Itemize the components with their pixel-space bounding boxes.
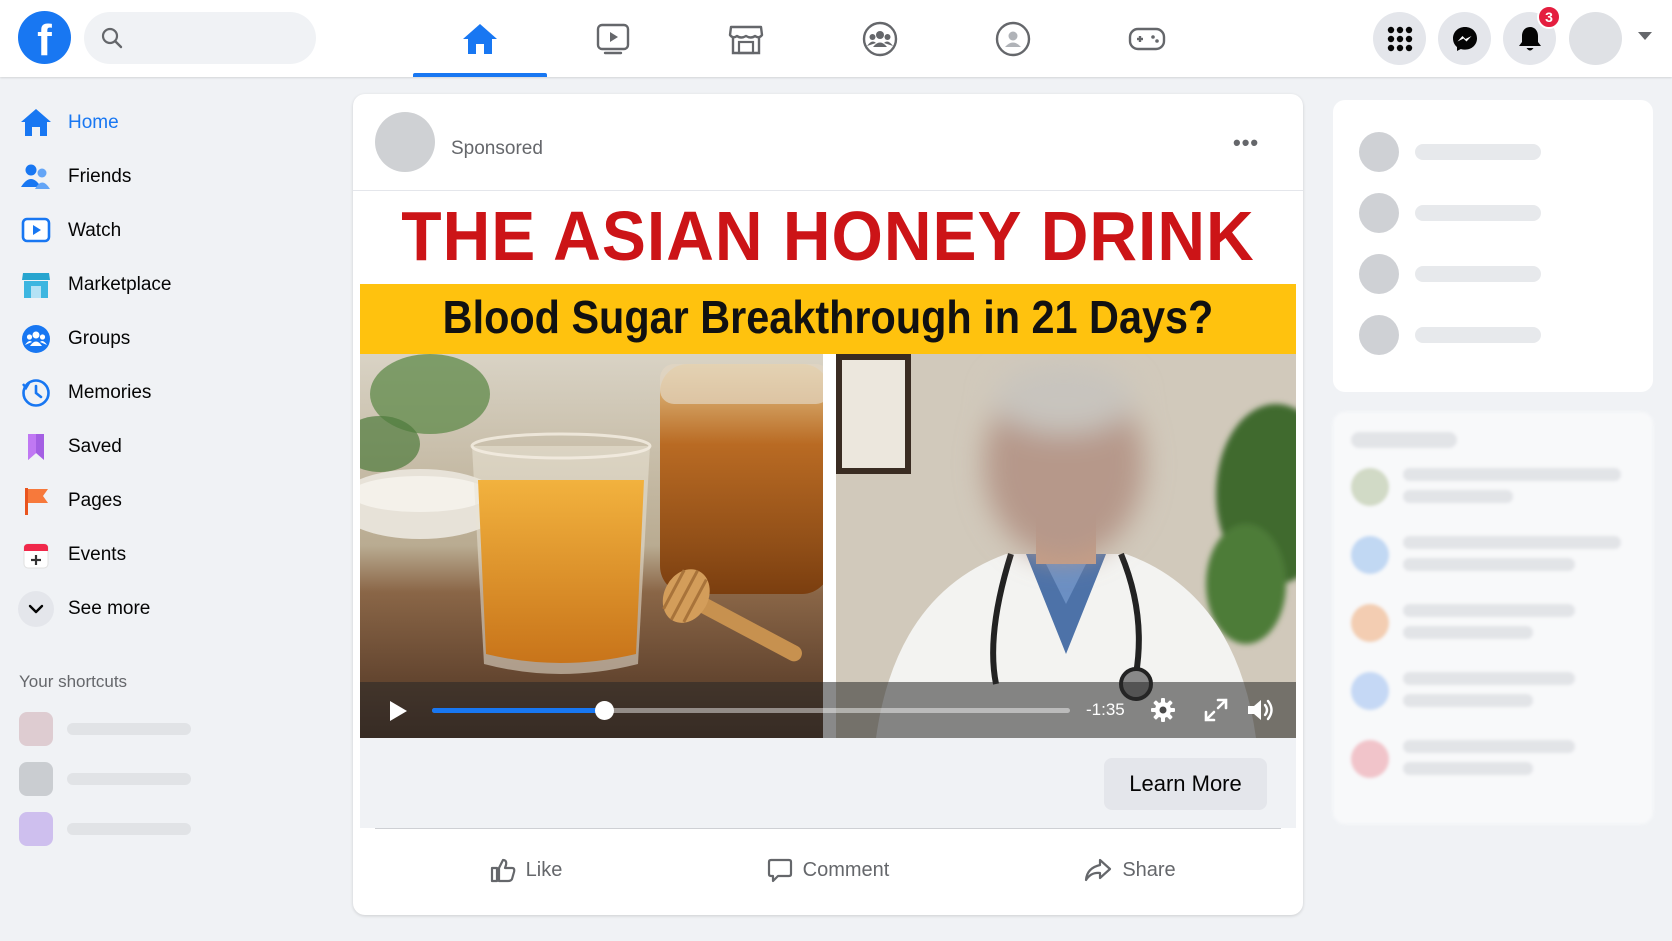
shortcuts-heading: Your shortcuts — [19, 672, 128, 691]
sidebar-item-watch[interactable]: Watch — [18, 207, 318, 255]
memories-clock-icon — [18, 375, 54, 411]
contacts-placeholder-card — [1333, 412, 1653, 824]
comment-bubble-icon — [767, 858, 792, 883]
settings-gear-icon[interactable] — [1150, 697, 1176, 723]
bookmark-icon — [18, 429, 54, 465]
learn-more-button[interactable]: Learn More — [1104, 758, 1267, 810]
comment-label: Comment — [802, 858, 890, 881]
sidebar-item-marketplace[interactable]: Marketplace — [18, 261, 318, 309]
flag-icon — [18, 483, 54, 519]
sidebar-item-label: See more — [68, 598, 151, 619]
like-label: Like — [525, 858, 563, 881]
tab-gaming[interactable] — [1080, 0, 1214, 77]
marketplace-icon — [728, 25, 764, 54]
sidebar-item-label: Pages — [68, 490, 122, 511]
placeholder-row[interactable] — [1359, 193, 1541, 233]
account-menu-caret-icon[interactable] — [1638, 32, 1652, 40]
video-progress-bar[interactable] — [432, 701, 1070, 720]
groups-icon — [862, 21, 898, 56]
sidebar-item-see-more[interactable]: See more — [18, 585, 318, 633]
sponsored-post-card: Sponsored ••• THE ASIAN HONEY DRINK Bloo… — [353, 94, 1303, 915]
facebook-logo[interactable]: f — [18, 11, 71, 64]
sidebar-item-memories[interactable]: Memories — [18, 369, 318, 417]
sidebar-item-label: Friends — [68, 166, 132, 187]
home-icon — [18, 105, 54, 141]
sidebar-item-label: Home — [68, 112, 119, 133]
tab-watch[interactable] — [546, 0, 680, 77]
sidebar-item-label: Saved — [68, 436, 122, 457]
sidebar-item-label: Memories — [68, 382, 152, 403]
like-button[interactable]: Like — [375, 846, 677, 894]
divider — [375, 828, 1281, 829]
profile-circle-icon — [995, 21, 1031, 56]
advertiser-avatar[interactable] — [375, 112, 435, 172]
share-button[interactable]: Share — [979, 846, 1281, 894]
video-progress-handle[interactable] — [595, 701, 615, 720]
sidebar-item-pages[interactable]: Pages — [18, 477, 318, 525]
messenger-icon — [1452, 26, 1477, 51]
more-options-icon[interactable]: ••• — [1233, 130, 1259, 156]
menu-grid-button[interactable] — [1373, 12, 1426, 65]
fullscreen-icon[interactable] — [1203, 697, 1229, 723]
sidebar-item-home[interactable]: Home — [18, 99, 318, 147]
tab-gaming-profile[interactable] — [946, 0, 1080, 77]
groups-icon — [18, 321, 54, 357]
play-icon[interactable] — [388, 700, 408, 722]
sidebar-item-label: Groups — [68, 328, 131, 349]
sponsored-label[interactable]: Sponsored — [451, 138, 543, 160]
account-avatar[interactable] — [1569, 12, 1622, 65]
video-progress-fill — [432, 708, 605, 713]
right-sidebar-card — [1333, 100, 1653, 392]
calendar-plus-icon — [18, 537, 54, 573]
notification-count-badge: 3 — [1537, 5, 1561, 29]
honey-drink-image — [360, 354, 823, 738]
image-separator — [823, 354, 836, 738]
placeholder-row[interactable] — [1359, 132, 1541, 172]
time-remaining: -1:35 — [1086, 700, 1125, 719]
doctor-image — [836, 354, 1296, 738]
search-icon — [101, 27, 123, 49]
share-label: Share — [1122, 858, 1176, 881]
tab-marketplace[interactable] — [679, 0, 813, 77]
share-arrow-icon — [1085, 858, 1112, 882]
ad-headline: THE ASIAN HONEY DRINK — [401, 197, 1255, 275]
ad-subheadline: Blood Sugar Breakthrough in 21 Days? — [442, 291, 1214, 343]
placeholder-row[interactable] — [1359, 315, 1541, 355]
sidebar-item-friends[interactable]: Friends — [18, 153, 318, 201]
marketplace-icon — [18, 267, 54, 303]
sidebar-item-label: Marketplace — [68, 274, 172, 295]
search-input[interactable] — [84, 12, 316, 64]
shortcut-placeholder[interactable] — [19, 812, 191, 846]
top-navigation-bar: f 3 — [0, 0, 1672, 77]
chevron-down-icon — [18, 591, 54, 627]
sidebar-item-groups[interactable]: Groups — [18, 315, 318, 363]
tab-home[interactable] — [413, 0, 547, 77]
gamepad-icon — [1128, 27, 1166, 50]
home-icon — [463, 23, 497, 54]
shortcut-placeholder[interactable] — [19, 712, 191, 746]
placeholder-row[interactable] — [1359, 254, 1541, 294]
volume-icon[interactable] — [1246, 697, 1276, 723]
sidebar-item-label: Events — [68, 544, 127, 565]
sidebar-item-saved[interactable]: Saved — [18, 423, 318, 471]
tab-groups[interactable] — [813, 0, 947, 77]
watch-icon — [18, 213, 54, 249]
grid-menu-icon — [1387, 26, 1412, 51]
messenger-button[interactable] — [1438, 12, 1491, 65]
thumbs-up-icon — [490, 858, 515, 883]
sidebar-item-events[interactable]: Events — [18, 531, 318, 579]
shortcut-placeholder[interactable] — [19, 762, 191, 796]
watch-icon — [596, 23, 630, 54]
video-controls-bar: -1:35 — [360, 682, 1296, 738]
sidebar-item-label: Watch — [68, 220, 122, 241]
divider — [353, 190, 1303, 191]
friends-icon — [18, 159, 54, 195]
bell-icon — [1518, 26, 1541, 50]
comment-button[interactable]: Comment — [677, 846, 979, 894]
